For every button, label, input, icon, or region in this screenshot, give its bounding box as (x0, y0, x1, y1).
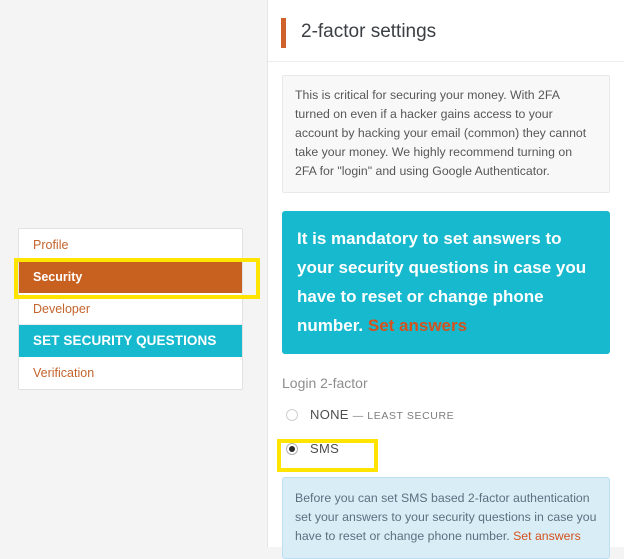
set-answers-link-info[interactable]: Set answers (513, 529, 581, 543)
sidebar-item-label: Verification (33, 366, 95, 380)
radio-icon[interactable] (286, 408, 298, 421)
left-pane: Profile Security Developer SET SECURITY … (0, 0, 262, 547)
sidebar-item-label: Profile (33, 238, 69, 252)
login-2factor-label: Login 2-factor (282, 375, 368, 391)
sidebar-item-profile[interactable]: Profile (19, 229, 242, 261)
sidebar-item-developer[interactable]: Developer (19, 293, 242, 325)
mandatory-banner: It is mandatory to set answers to your s… (282, 211, 610, 354)
radio-icon[interactable] (286, 442, 298, 455)
description-box: This is critical for securing your money… (282, 75, 610, 193)
settings-panel: 2-factor settings This is critical for s… (267, 0, 624, 559)
sidebar-item-label: SET SECURITY QUESTIONS (33, 333, 217, 348)
radio-option-none-sublabel: — LEAST SECURE (352, 410, 455, 422)
settings-sidebar: Profile Security Developer SET SECURITY … (18, 228, 243, 390)
radio-option-sms[interactable]: SMS (282, 436, 610, 461)
radio-option-none-label: NONE — LEAST SECURE (310, 407, 454, 422)
sidebar-item-set-security-questions[interactable]: SET SECURITY QUESTIONS (19, 325, 242, 357)
page-title: 2-factor settings (301, 21, 437, 42)
sidebar-item-label: Developer (33, 302, 90, 316)
panel-header: 2-factor settings (268, 0, 624, 62)
set-answers-link[interactable]: Set answers (368, 316, 467, 335)
radio-option-sms-label: SMS (310, 441, 340, 456)
sidebar-item-verification[interactable]: Verification (19, 357, 242, 389)
radio-option-none-title: NONE (310, 407, 349, 422)
panel-body: This is critical for securing your money… (268, 62, 624, 559)
sidebar-item-label: Security (33, 270, 83, 284)
sidebar-item-security[interactable]: Security (19, 261, 242, 293)
title-accent-bar (281, 18, 286, 48)
radio-option-none[interactable]: NONE — LEAST SECURE (282, 402, 610, 427)
